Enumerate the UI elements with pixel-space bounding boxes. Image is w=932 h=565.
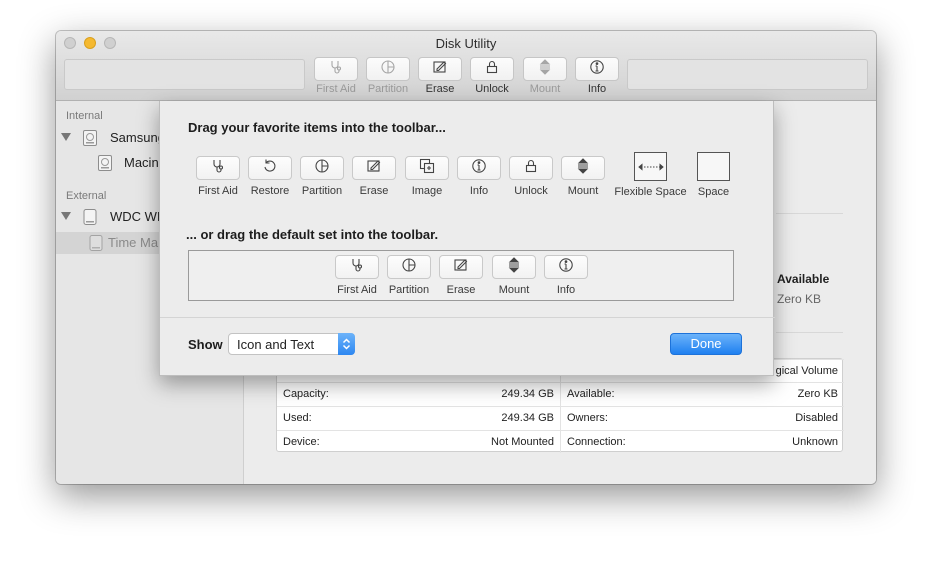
table-row: Used: 249.34 GB Owners: Disabled [277, 406, 844, 430]
table-row: Capacity: 249.34 GB Available: Zero KB [277, 382, 844, 406]
divider [776, 332, 843, 333]
stethoscope-icon [328, 59, 344, 80]
info-icon [471, 158, 487, 179]
disclosure-triangle-icon[interactable] [61, 133, 71, 141]
sidebar-section-external: External [66, 190, 107, 202]
lock-icon [484, 59, 500, 80]
toolbar-erase-button[interactable]: Erase [418, 57, 462, 95]
show-mode-select[interactable]: Icon and Text [228, 333, 355, 355]
stethoscope-icon [210, 158, 226, 179]
mount-icon [537, 58, 553, 80]
lock-icon [523, 158, 539, 179]
info-icon [558, 257, 574, 278]
window-title: Disk Utility [435, 36, 497, 51]
flexible-space-icon [637, 158, 664, 176]
chevron-up-down-icon[interactable] [338, 333, 355, 355]
disclosure-triangle-icon[interactable] [61, 212, 71, 220]
toolbar-mount-button[interactable]: Mount [523, 57, 567, 95]
palette-item-mount[interactable]: Mount [561, 156, 605, 197]
palette-item-flexible-space[interactable]: Flexible Space [614, 152, 687, 198]
toolbar-first-aid-button[interactable]: First Aid [314, 57, 358, 95]
customize-toolbar-sheet: Drag your favorite items into the toolba… [159, 101, 775, 376]
info-icon [589, 59, 605, 80]
available-value: Zero KB [777, 292, 822, 306]
stethoscope-icon [349, 257, 365, 278]
toolbar-right-well [627, 59, 868, 90]
erase-icon [432, 59, 448, 80]
divider [160, 317, 775, 318]
palette-item-space[interactable]: Space [697, 152, 730, 198]
volume-icon [88, 234, 104, 255]
partition-icon [401, 257, 417, 278]
image-icon [419, 158, 435, 179]
internal-disk-icon [81, 129, 99, 150]
available-heading: Available [777, 272, 830, 286]
show-label: Show [188, 337, 223, 352]
palette-title: Drag your favorite items into the toolba… [188, 120, 446, 135]
title-bar: Disk Utility First Aid Partition Erase U… [56, 31, 876, 101]
done-button[interactable]: Done [670, 333, 742, 355]
table-row: Device: Not Mounted Connection: Unknown [277, 430, 844, 454]
partition-icon [314, 158, 330, 179]
default-set-title: ... or drag the default set into the too… [186, 227, 439, 242]
mount-icon [506, 256, 522, 278]
default-item-info: Info [544, 255, 588, 296]
volume-icon [96, 154, 114, 175]
space-icon [697, 152, 730, 181]
partition-icon [380, 59, 396, 80]
sidebar-section-internal: Internal [66, 110, 103, 122]
erase-icon [453, 257, 469, 278]
toolbar-unlock-button[interactable]: Unlock [470, 57, 514, 95]
restore-icon [262, 158, 278, 179]
toolbar-left-well [64, 59, 305, 90]
toolbar-partition-button[interactable]: Partition [366, 57, 410, 95]
divider [776, 213, 843, 214]
erase-icon [366, 158, 382, 179]
toolbar-info-button[interactable]: Info [575, 57, 619, 95]
external-disk-icon [81, 208, 99, 229]
mount-icon [575, 157, 591, 179]
